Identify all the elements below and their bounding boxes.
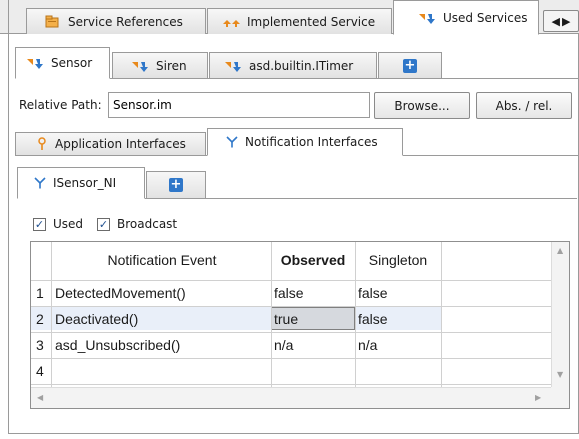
row-number: 1 [36,285,44,301]
scroll-down-icon[interactable]: ▼ [557,370,563,379]
tab-label: Used Services [443,10,528,25]
grid-line [31,332,551,333]
tab-label: asd.builtin.ITimer [249,58,354,73]
used-service-icon [224,59,242,73]
grid-line [31,384,551,385]
event-cell[interactable]: asd_Unsubscribed() [55,337,180,353]
column-header-notification-event[interactable]: Notification Event [53,252,271,268]
row-number: 4 [36,363,44,379]
tab-label: Service References [68,14,183,29]
tab-scroll-buttons[interactable]: ◀ ▶ [543,10,579,32]
tab-label: Siren [156,58,187,73]
observed-cell[interactable]: n/a [274,337,293,353]
add-component-tab[interactable]: + [378,52,442,79]
tab-implemented-service[interactable]: Implemented Service [207,8,392,35]
singleton-cell[interactable]: false [358,311,388,327]
tab-sensor[interactable]: Sensor [15,47,110,79]
notification-interface-icon [34,177,46,189]
grid-line [31,358,551,359]
grid-line [51,242,52,387]
service-references-icon [45,15,61,29]
scroll-right-icon[interactable]: ▶ [535,393,541,402]
add-ni-tab[interactable]: + [146,171,206,199]
grid-line [31,280,551,281]
grid-line [355,242,356,387]
tab-asd-builtin-itimer[interactable]: asd.builtin.ITimer [209,52,377,79]
scroll-left-icon[interactable]: ◀ [37,393,43,402]
row-number: 3 [36,337,44,353]
tab-application-interfaces[interactable]: Application Interfaces [15,132,206,156]
relative-path-input[interactable] [108,92,370,118]
add-icon: + [169,177,183,192]
used-service-icon [26,56,44,70]
tab-notification-interfaces[interactable]: Notification Interfaces [207,128,403,156]
tab-label: Notification Interfaces [245,135,378,149]
row-number: 2 [36,311,44,327]
notification-event-table[interactable]: Notification Event Observed Singleton 1 … [30,241,570,409]
tab-label: Application Interfaces [55,137,186,151]
observed-cell[interactable]: false [274,285,304,301]
used-label: Used [53,217,84,231]
application-interface-icon [36,137,48,151]
used-services-icon [418,11,436,25]
grid-line [31,306,551,307]
horizontal-scrollbar[interactable]: ◀ ▶ [31,387,551,408]
grid-line [441,242,442,387]
implemented-service-icon [222,15,240,29]
tab-isensor-ni[interactable]: ISensor_NI [17,167,145,199]
browse-button[interactable]: Browse... [374,92,470,119]
grid-line [271,242,272,387]
event-cell[interactable]: Deactivated() [55,311,138,327]
scroll-right-icon[interactable]: ▶ [562,15,570,28]
checkbox-check-icon[interactable]: ✓ [97,217,110,231]
broadcast-checkbox[interactable]: ✓ Broadcast [97,217,177,231]
relative-path-label: Relative Path: [19,98,102,112]
tab-siren[interactable]: Siren [112,52,208,79]
tab-service-references[interactable]: Service References [26,8,206,35]
scroll-corner [551,387,569,408]
singleton-cell[interactable]: false [358,285,388,301]
event-cell[interactable]: DetectedMovement() [55,285,186,301]
singleton-cell[interactable]: n/a [358,337,377,353]
tab-label: Sensor [51,56,93,70]
scroll-up-icon[interactable]: ▲ [557,246,563,255]
column-header-observed[interactable]: Observed [271,252,355,268]
broadcast-label: Broadcast [117,217,178,231]
left-edge-line [8,0,9,34]
tab-label: Implemented Service [247,14,376,29]
used-service-icon [131,59,149,73]
vertical-scrollbar[interactable]: ▲ ▼ [551,242,569,387]
tab-used-services[interactable]: Used Services [393,0,539,35]
used-checkbox[interactable]: ✓ Used [33,217,83,231]
column-header-singleton[interactable]: Singleton [355,252,441,268]
scroll-left-icon[interactable]: ◀ [552,15,560,28]
notification-interface-icon [226,136,238,148]
checkbox-check-icon[interactable]: ✓ [33,217,46,231]
tab-label: ISensor_NI [53,176,117,190]
observed-cell[interactable]: true [274,311,298,327]
add-icon: + [403,57,417,73]
abs-rel-button[interactable]: Abs. / rel. [476,92,572,119]
